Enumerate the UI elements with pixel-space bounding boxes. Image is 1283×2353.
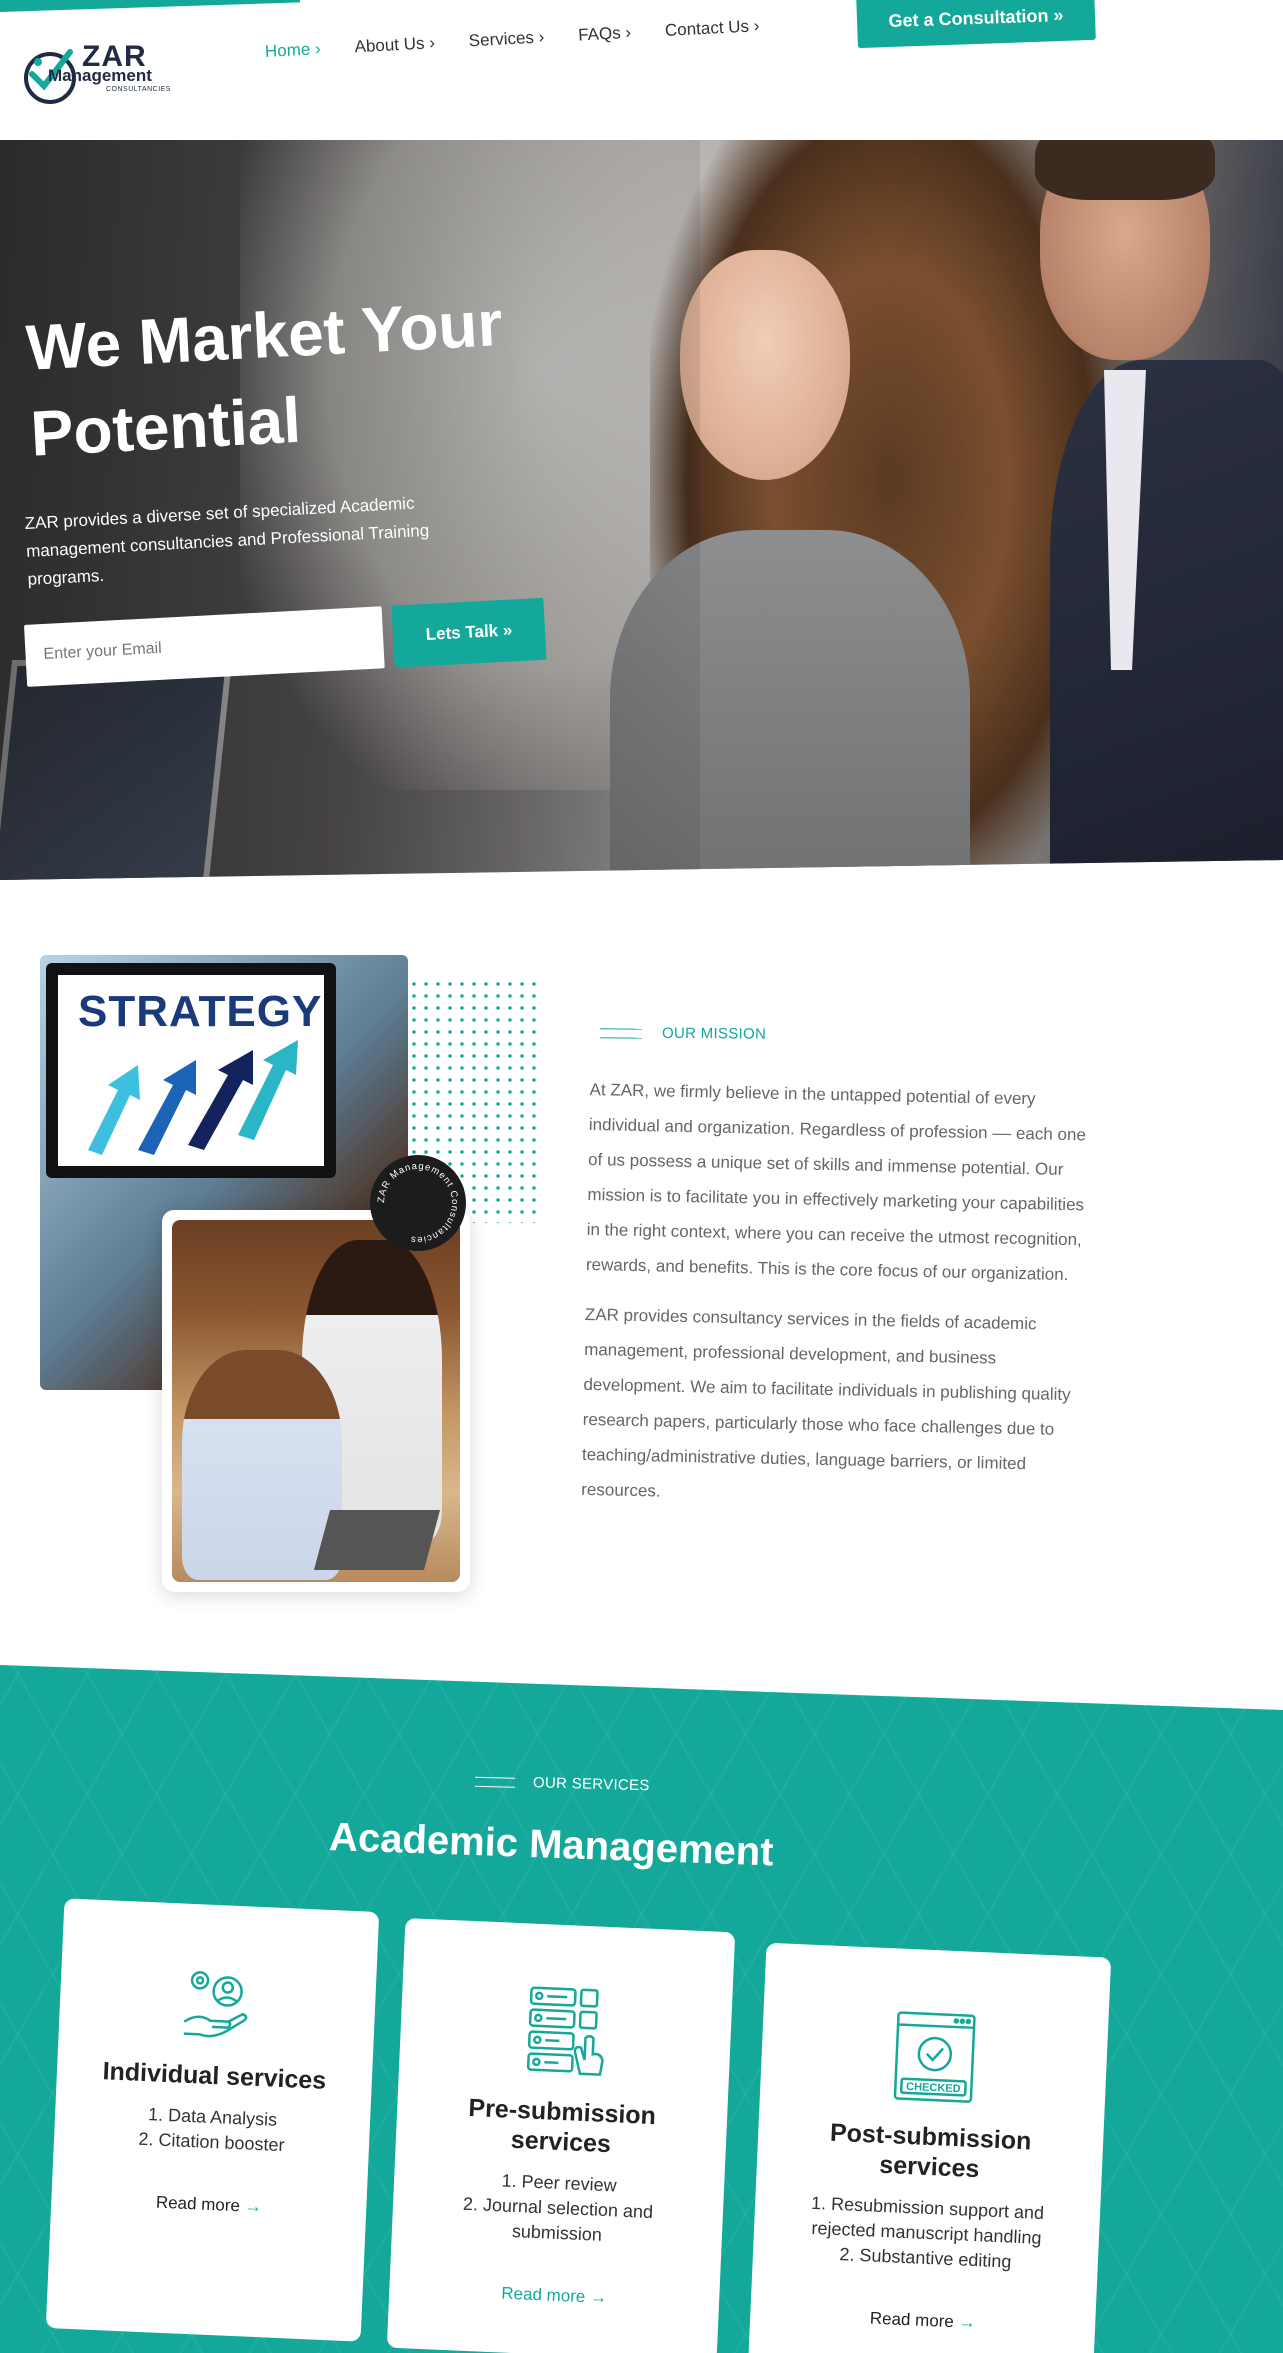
nav-faqs[interactable]: FAQs › bbox=[578, 23, 632, 46]
card-title: Individual services bbox=[102, 2057, 327, 2095]
hero-photo-person-2 bbox=[1010, 110, 1283, 880]
svg-text:ZAR Management Consultancies: ZAR Management Consultancies bbox=[376, 1161, 460, 1245]
team-photo bbox=[162, 1210, 470, 1592]
checked-window-icon: CHECKED bbox=[893, 2011, 976, 2103]
svg-text:CHECKED: CHECKED bbox=[905, 2081, 960, 2095]
card-items: 1. Resubmission support and rejected man… bbox=[790, 2190, 1063, 2277]
top-strip bbox=[0, 0, 300, 12]
tag-lines-icon bbox=[599, 1027, 643, 1039]
card-items: 1. Data Analysis 2. Citation booster bbox=[76, 2099, 348, 2161]
rotating-badge: ZAR Management Consultancies bbox=[370, 1155, 466, 1251]
hero-title: We Market Your Potential bbox=[24, 287, 505, 470]
lets-talk-button[interactable]: Lets Talk » bbox=[391, 597, 547, 668]
read-more-link[interactable]: Read more → bbox=[51, 2188, 367, 2222]
mission-tag-text: OUR MISSION bbox=[661, 1024, 767, 1043]
main-nav: Home › About Us › Services › FAQs › Cont… bbox=[264, 16, 759, 62]
badge-text: ZAR Management Consultancies bbox=[376, 1161, 459, 1245]
service-card-pre-submission: Pre-submission services 1. Peer review 2… bbox=[386, 1918, 736, 2353]
service-card-individual: Individual services 1. Data Analysis 2. … bbox=[45, 1898, 380, 2342]
site-header: ZAR Management CONSULTANCIES Home › Abou… bbox=[0, 0, 1283, 140]
tag-lines-icon bbox=[474, 1776, 516, 1788]
service-card-post-submission: CHECKED Post-submission services 1. Resu… bbox=[747, 1942, 1112, 2353]
mission-body: At ZAR, we firmly believe in the untappe… bbox=[581, 1072, 1090, 1517]
card-item: 2. Journal selection and submission bbox=[462, 2193, 654, 2245]
card-title: Pre-submission services bbox=[467, 2093, 657, 2159]
logo-subtext: Management bbox=[48, 66, 152, 85]
gear-hand-icon bbox=[183, 1971, 247, 2038]
get-consultation-button[interactable]: Get a Consultation » bbox=[856, 0, 1096, 49]
logo-subtext-2: CONSULTANCIES bbox=[106, 86, 171, 93]
arrow-right-icon: → bbox=[589, 2287, 608, 2308]
card-title: Post-submission services bbox=[829, 2118, 1032, 2184]
nav-services[interactable]: Services › bbox=[468, 27, 545, 51]
mission-label: OUR MISSION bbox=[599, 1024, 767, 1043]
arrow-right-icon: → bbox=[958, 2312, 977, 2333]
checklist-touch-icon bbox=[526, 1986, 604, 2076]
services-tag-text: OUR SERVICES bbox=[532, 1774, 650, 1795]
nav-about[interactable]: About Us › bbox=[354, 33, 435, 57]
arrow-right-icon: → bbox=[244, 2196, 263, 2217]
hero-photo-person-face bbox=[680, 250, 850, 480]
logo[interactable]: ZAR Management CONSULTANCIES bbox=[22, 40, 170, 110]
read-more-link[interactable]: Read more → bbox=[389, 2279, 720, 2313]
mission-paragraph-2: ZAR provides consultancy services in the… bbox=[581, 1304, 1071, 1501]
read-more-link[interactable]: Read more → bbox=[750, 2303, 1096, 2338]
mission-paragraph-1: At ZAR, we firmly believe in the untappe… bbox=[585, 1079, 1087, 1285]
card-items: 1. Peer review 2. Journal selection and … bbox=[422, 2165, 695, 2252]
nav-contact[interactable]: Contact Us › bbox=[664, 16, 759, 41]
growth-arrows-icon bbox=[88, 1040, 298, 1155]
nav-home[interactable]: Home › bbox=[264, 39, 321, 62]
monitor: STRATEGY bbox=[46, 963, 336, 1178]
